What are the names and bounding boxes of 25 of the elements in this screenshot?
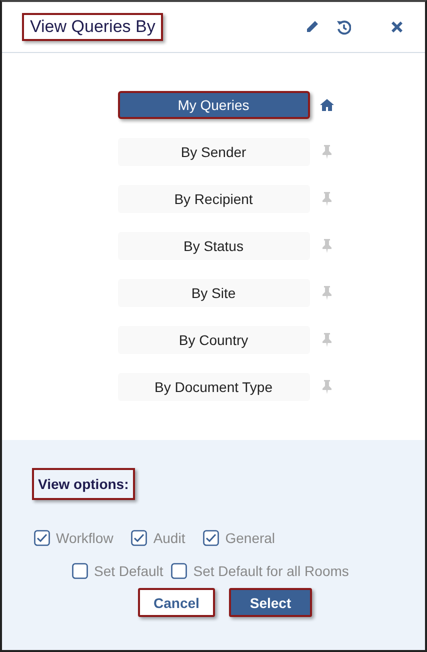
option-label: Set Default xyxy=(94,563,164,579)
checkbox[interactable] xyxy=(34,530,50,546)
select-button[interactable]: Select xyxy=(229,588,312,617)
option-label: Set Default for all Rooms xyxy=(193,563,349,579)
query-view-option[interactable]: By Recipient xyxy=(118,185,310,213)
window-title: View Queries By xyxy=(22,13,164,41)
query-view-option[interactable]: By Status xyxy=(118,232,310,260)
checkbox[interactable] xyxy=(203,530,220,546)
checkbox[interactable] xyxy=(131,530,148,546)
pencil-icon[interactable] xyxy=(305,20,319,34)
query-view-option[interactable]: By Document Type xyxy=(118,373,310,401)
close-icon[interactable] xyxy=(391,21,403,33)
option-label: Audit xyxy=(153,530,186,546)
checkbox[interactable] xyxy=(171,563,188,579)
history-icon[interactable] xyxy=(337,20,351,34)
checkbox[interactable] xyxy=(72,563,88,579)
query-view-option[interactable]: By Country xyxy=(118,326,310,354)
option-label: General xyxy=(225,530,276,546)
option-label: Workflow xyxy=(56,530,114,546)
home-icon[interactable] xyxy=(320,99,334,111)
section-heading: View options: xyxy=(32,468,135,500)
query-view-option[interactable]: My Queries xyxy=(118,91,310,119)
cancel-button[interactable]: Cancel xyxy=(138,588,215,617)
query-view-option[interactable]: By Sender xyxy=(118,138,310,166)
query-view-option[interactable]: By Site xyxy=(118,279,310,307)
